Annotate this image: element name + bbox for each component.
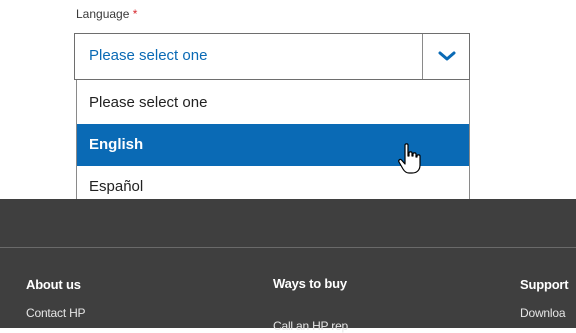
select-divider <box>422 34 423 79</box>
chevron-down-icon[interactable] <box>437 47 457 65</box>
language-label: Language * <box>76 7 137 21</box>
language-select[interactable]: Please select one <box>74 33 470 80</box>
selected-value: Please select one <box>89 47 208 64</box>
footer-link-call-rep[interactable]: Call an HP rep <box>273 319 348 333</box>
language-label-text: Language <box>76 7 130 21</box>
required-mark: * <box>132 7 138 21</box>
footer-link-contact-hp[interactable]: Contact HP <box>26 306 86 320</box>
footer-heading-ways-to-buy: Ways to buy <box>273 276 347 291</box>
footer-heading-support: Support <box>520 277 569 292</box>
footer-link-download[interactable]: Downloa <box>520 306 565 320</box>
hand-pointer-cursor-icon <box>398 143 421 174</box>
site-footer: About us Contact HP Ways to buy Call an … <box>0 199 576 333</box>
option-please-select[interactable]: Please select one <box>77 82 469 124</box>
footer-divider <box>0 247 576 248</box>
footer-heading-about: About us <box>26 277 81 292</box>
